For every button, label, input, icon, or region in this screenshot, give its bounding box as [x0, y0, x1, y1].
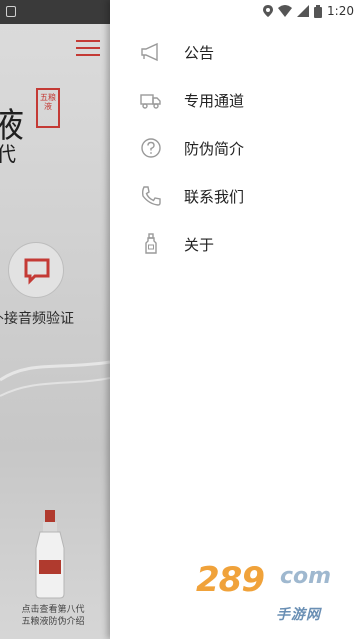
bottle-icon: [145, 233, 157, 254]
menu-item-announcement[interactable]: 公告: [110, 28, 360, 76]
bottle-image[interactable]: [30, 508, 70, 600]
status-bar-left: [0, 0, 110, 24]
audio-verify-button[interactable]: [8, 242, 64, 298]
bottle-caption[interactable]: 点击查看第八代五粮液防伪介绍: [18, 604, 88, 628]
menu-item-label: 专用通道: [184, 91, 245, 110]
decorative-wave: [0, 360, 110, 397]
menu-item-label: 联系我们: [184, 187, 245, 206]
location-icon: [263, 5, 274, 17]
app-subtitle-fragment: 代: [0, 142, 16, 166]
background-app: 液 代 五粮液 扑接音频验证 点击查看第八代五粮液防伪介绍: [0, 0, 110, 639]
hamburger-menu-icon[interactable]: [76, 38, 100, 58]
watermark-text: 手游网: [276, 607, 321, 623]
navigation-drawer: 1:20 公告 专用通道 防伪简介 联系我们 关于: [110, 0, 360, 639]
chat-bubble-icon: [24, 258, 50, 285]
menu-item-contact-us[interactable]: 联系我们: [110, 172, 360, 220]
signal-icon: [297, 5, 310, 17]
menu-item-dedicated-channel[interactable]: 专用通道: [110, 76, 360, 124]
status-icons: 1:20: [263, 0, 354, 22]
watermark-logo: 289: [196, 560, 265, 600]
watermark-suffix: com: [280, 564, 332, 589]
megaphone-icon: [141, 42, 158, 62]
menu-item-about[interactable]: 关于: [110, 220, 360, 268]
truck-icon: [140, 94, 161, 109]
brand-seal: 五粮液: [36, 88, 60, 128]
drawer-menu: 公告 专用通道 防伪简介 联系我们 关于: [110, 28, 360, 268]
menu-item-label: 关于: [184, 235, 215, 254]
menu-item-anti-counterfeit[interactable]: 防伪简介: [110, 124, 360, 172]
phone-icon: [141, 186, 161, 206]
menu-item-label: 防伪简介: [184, 139, 245, 158]
question-icon: [141, 138, 161, 158]
menu-item-label: 公告: [184, 43, 215, 62]
battery-icon: [314, 4, 323, 18]
audio-verify-label: 扑接音频验证: [0, 311, 74, 327]
notification-icon: [6, 6, 16, 17]
status-time: 1:20: [327, 4, 354, 18]
wifi-icon: [278, 5, 293, 17]
